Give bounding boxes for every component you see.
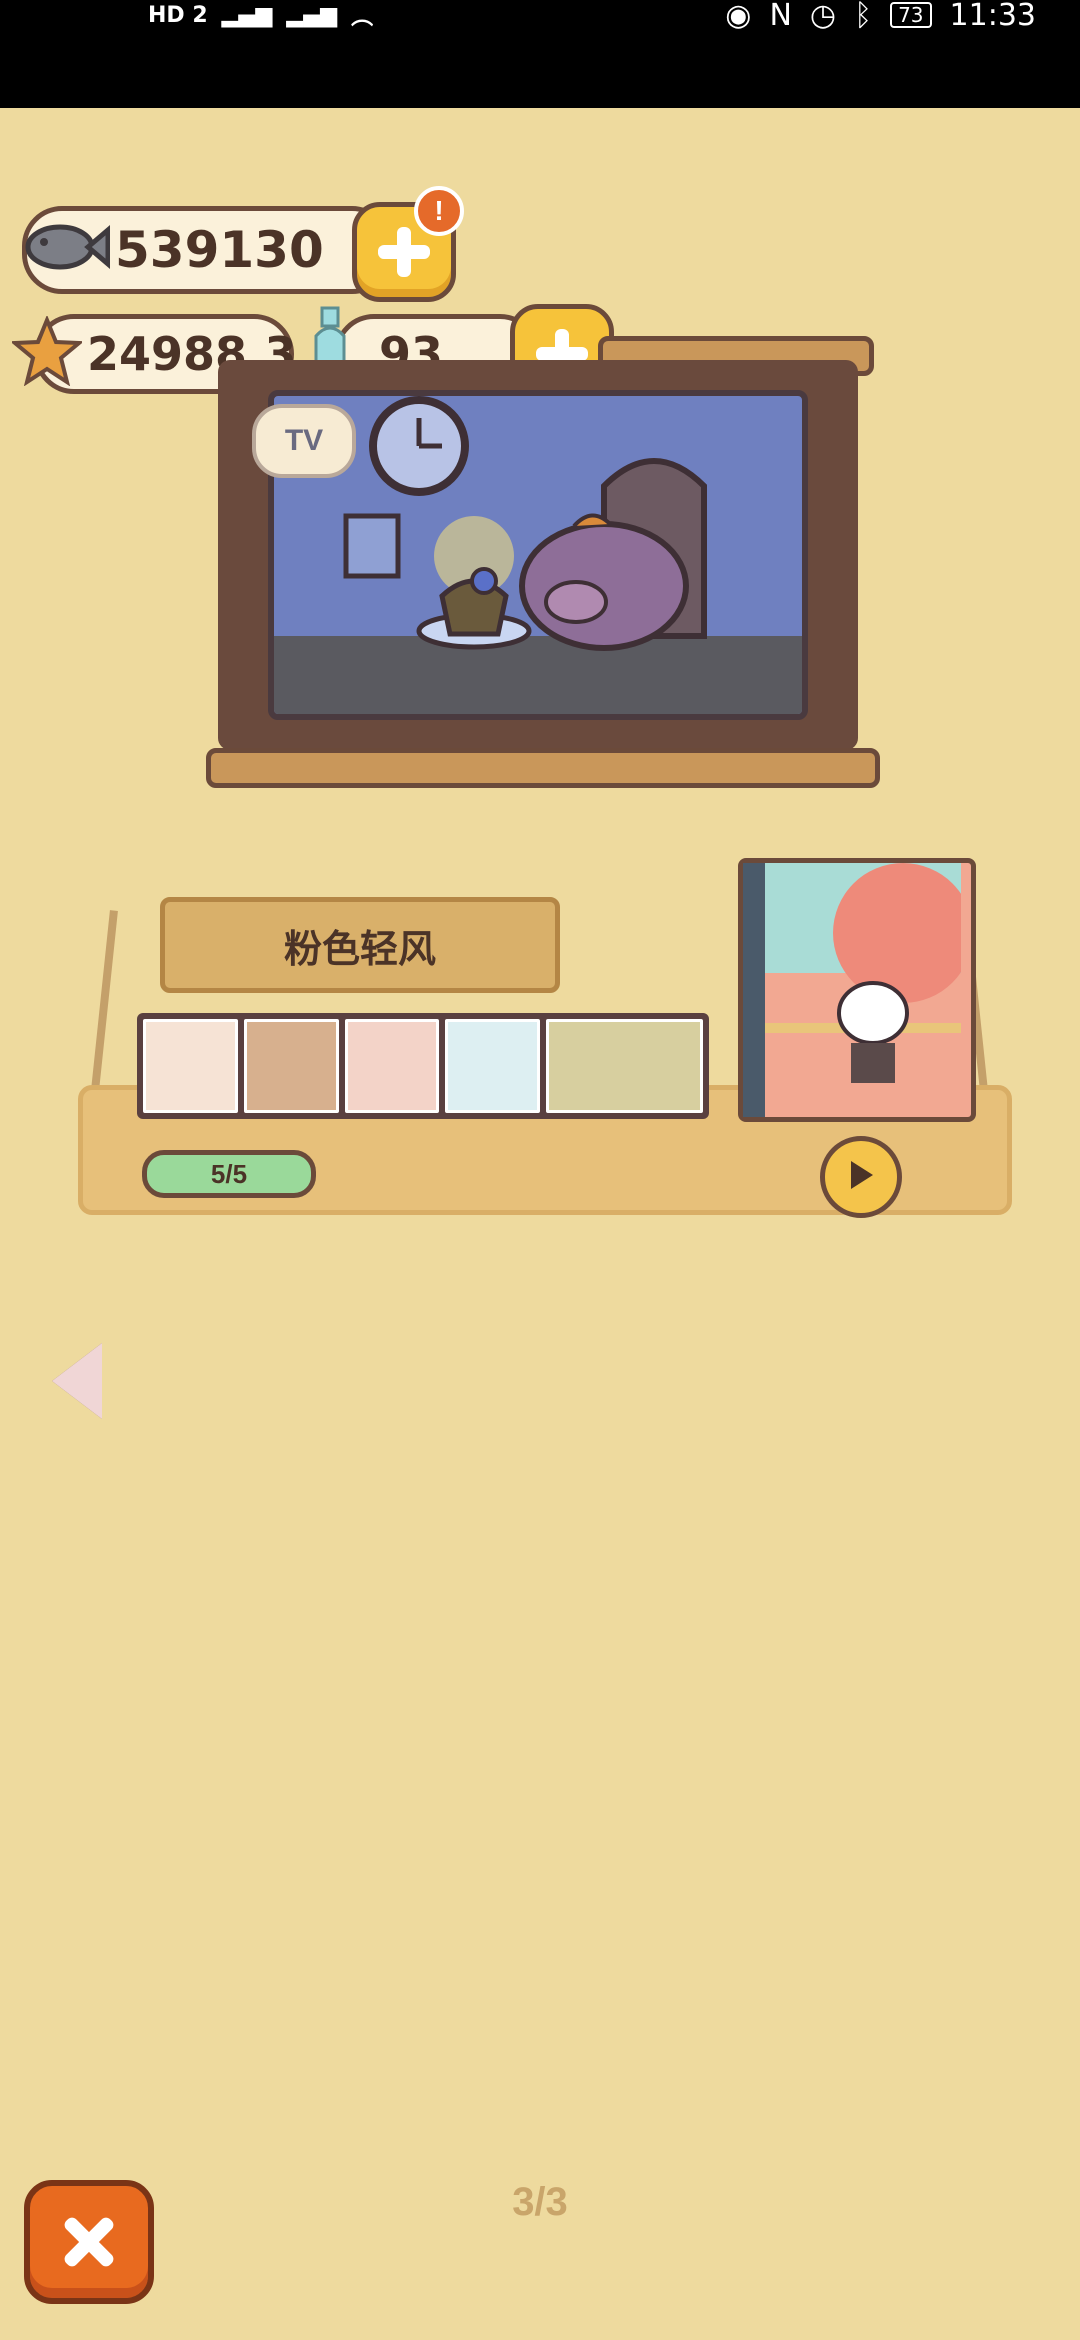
alarm-icon: ◷ — [809, 0, 837, 33]
network-status: HD 2 ▂▄▆ ▂▄▆ ︵ — [148, 0, 374, 31]
story-frame[interactable] — [546, 1019, 703, 1113]
signal-icon: ▂▄▆ — [221, 2, 273, 28]
fish-icon — [20, 212, 111, 282]
story-frame[interactable] — [445, 1019, 541, 1113]
album-book[interactable] — [738, 858, 976, 1122]
previous-page-icon[interactable] — [52, 1343, 102, 1419]
nfc-icon: N — [769, 0, 792, 33]
star-icon — [9, 314, 85, 387]
signal-icon: ▂▄▆ — [286, 2, 338, 28]
battery-icon: 73 — [890, 2, 932, 28]
wifi-icon: ︵ — [351, 5, 374, 30]
story-frame[interactable] — [243, 1019, 339, 1113]
book-cover-art — [765, 863, 961, 1083]
hd-indicator: HD 2 — [148, 2, 208, 28]
play-button[interactable] — [820, 1136, 902, 1218]
shelf-post-left — [90, 910, 118, 1100]
fish-amount: 539130 — [115, 221, 324, 279]
eye-icon: ◉ — [725, 0, 752, 33]
story-frame[interactable] — [143, 1019, 238, 1113]
story-frame[interactable] — [344, 1019, 440, 1113]
album-progress: 5/5 — [142, 1150, 316, 1198]
status-bar: HD 2 ▂▄▆ ▂▄▆ ︵ ◉ N ◷ ᛒ 73 11:33 — [0, 0, 1080, 108]
tv-logo: TV — [252, 404, 356, 478]
bluetooth-icon: ᛒ — [854, 0, 873, 33]
bottom-plank — [206, 748, 880, 788]
album-title: 粉色轻风 — [160, 897, 560, 993]
page-indicator: 3/3 — [512, 2180, 568, 2224]
film-strip[interactable] — [137, 1013, 709, 1119]
clock: 11:33 — [949, 0, 1036, 33]
system-status: ◉ N ◷ ᛒ 73 11:33 — [725, 0, 1036, 33]
notification-badge: ! — [414, 186, 464, 236]
close-button[interactable] — [24, 2180, 154, 2304]
